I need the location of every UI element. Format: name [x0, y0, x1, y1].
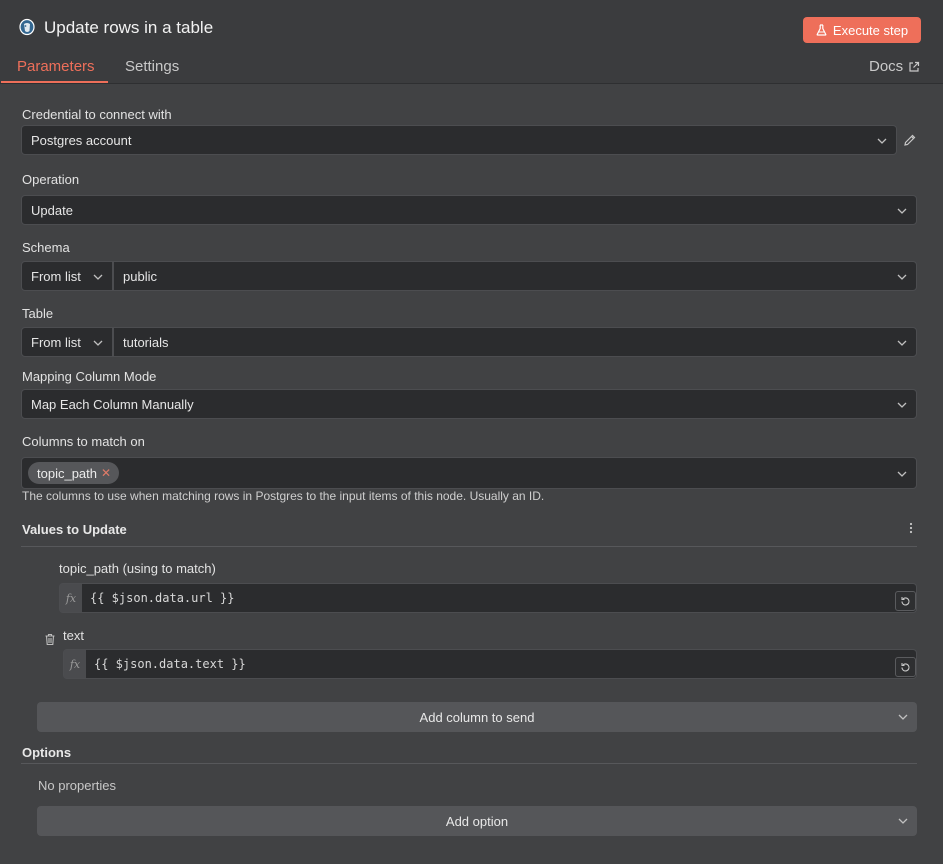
external-link-icon: [909, 61, 920, 72]
field-mapping-button[interactable]: [895, 657, 916, 677]
chevron-down-icon: [93, 274, 103, 280]
field-mapping-button[interactable]: [895, 591, 916, 611]
expression-input-text[interactable]: fx {{ $json.data.text }}: [63, 649, 917, 679]
table-mode-value: From list: [31, 334, 81, 350]
chevron-down-icon: [877, 138, 887, 144]
node-title: Update rows in a table: [44, 18, 214, 37]
chevron-down-icon: [897, 274, 907, 280]
mapping-mode-value: Map Each Column Manually: [31, 396, 194, 412]
operation-select[interactable]: Update: [21, 195, 917, 225]
title-row: Update rows in a table: [17, 18, 213, 38]
column-chip-label: topic_path: [37, 465, 97, 481]
schema-mode-value: From list: [31, 268, 81, 284]
schema-value-select[interactable]: public: [113, 261, 917, 291]
schema-mode-select[interactable]: From list: [21, 261, 113, 291]
schema-value: public: [123, 268, 157, 284]
chevron-down-icon: [93, 340, 103, 346]
postgres-icon: [19, 18, 35, 36]
mapping-mode-select[interactable]: Map Each Column Manually: [21, 389, 917, 419]
tab-parameters[interactable]: Parameters: [17, 58, 95, 75]
add-column-label: Add column to send: [419, 709, 535, 725]
remove-chip-icon[interactable]: ✕: [101, 466, 111, 480]
edit-credential-icon[interactable]: [903, 133, 917, 147]
operation-value: Update: [31, 202, 73, 218]
more-options-icon[interactable]: [908, 522, 914, 534]
fx-icon: fx: [64, 650, 86, 678]
flask-icon: [816, 24, 827, 36]
no-properties-text: No properties: [38, 778, 117, 793]
refresh-icon: [901, 662, 910, 671]
table-mode-select[interactable]: From list: [21, 327, 113, 357]
schema-label: Schema: [22, 240, 70, 255]
field-label-text: text: [63, 628, 84, 643]
add-option-label: Add option: [445, 813, 509, 829]
table-value: tutorials: [123, 334, 169, 350]
execute-step-button[interactable]: Execute step: [803, 17, 921, 43]
credential-select[interactable]: Postgres account: [21, 125, 897, 155]
section-divider: [21, 763, 917, 764]
docs-link[interactable]: Docs: [869, 58, 920, 75]
tab-settings[interactable]: Settings: [125, 58, 179, 75]
fx-icon: fx: [60, 584, 82, 612]
match-columns-hint: The columns to use when matching rows in…: [22, 489, 545, 503]
expression-input-topic-path[interactable]: fx {{ $json.data.url }}: [59, 583, 917, 613]
add-column-button[interactable]: Add column to send: [37, 702, 917, 732]
operation-label: Operation: [22, 172, 80, 187]
table-value-select[interactable]: tutorials: [113, 327, 917, 357]
docs-label: Docs: [869, 58, 904, 75]
credential-label: Credential to connect with: [22, 107, 172, 122]
chevron-down-icon: [898, 714, 908, 720]
active-tab-indicator: [1, 81, 108, 83]
chevron-down-icon: [897, 402, 907, 408]
table-label: Table: [22, 306, 54, 321]
chevron-down-icon: [898, 818, 908, 824]
match-columns-select[interactable]: topic_path ✕: [21, 457, 917, 489]
section-divider: [21, 546, 917, 547]
expression-value: {{ $json.data.text }}: [94, 657, 246, 671]
refresh-icon: [901, 596, 910, 605]
trash-icon[interactable]: [44, 633, 56, 646]
match-columns-label: Columns to match on: [22, 434, 145, 449]
field-label-topic-path: topic_path (using to match): [59, 561, 216, 576]
chevron-down-icon: [897, 340, 907, 346]
mapping-mode-label: Mapping Column Mode: [22, 369, 157, 384]
node-header: Update rows in a table Execute step Para…: [0, 0, 943, 84]
options-title: Options: [22, 745, 72, 760]
expression-value: {{ $json.data.url }}: [90, 591, 235, 605]
execute-step-label: Execute step: [832, 22, 909, 38]
column-chip: topic_path ✕: [28, 462, 120, 484]
values-to-update-title: Values to Update: [22, 522, 127, 537]
chevron-down-icon: [897, 208, 907, 214]
chevron-down-icon: [897, 471, 907, 477]
add-option-button[interactable]: Add option: [37, 806, 917, 836]
credential-value: Postgres account: [31, 132, 132, 148]
